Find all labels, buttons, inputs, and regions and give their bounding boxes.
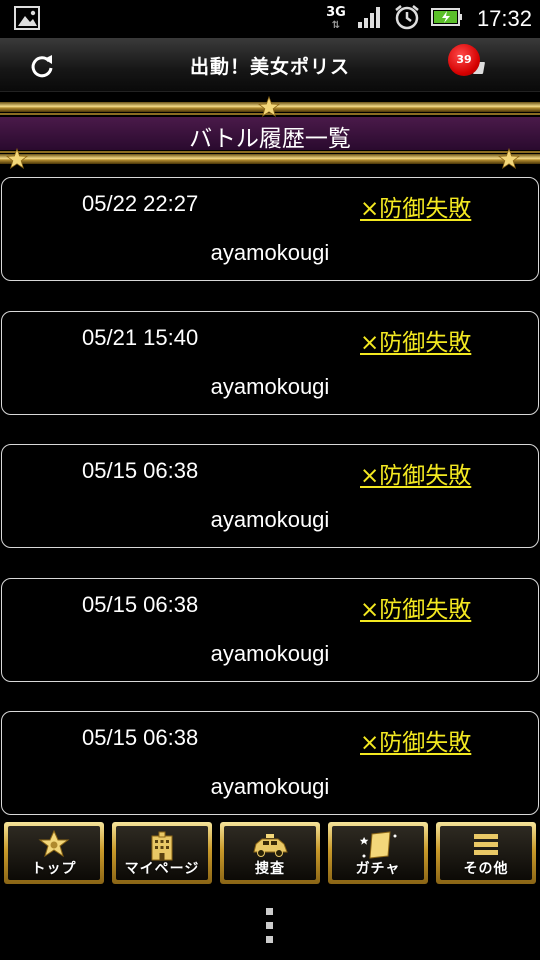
star-icon	[258, 96, 280, 118]
alarm-icon	[393, 3, 421, 35]
nav-gacha-button[interactable]: ガチャ	[328, 822, 428, 884]
battle-entry: 05/15 06:38 ×防御失敗 ayamokougi	[1, 444, 539, 548]
battle-opponent: ayamokougi	[210, 240, 330, 265]
battle-result-link[interactable]: ×防御失敗	[360, 723, 471, 757]
nav-top-button[interactable]: トップ	[4, 822, 104, 884]
battle-entry: 05/22 22:27 ×防御失敗 ayamokougi	[1, 177, 539, 281]
battle-opponent: ayamokougi	[210, 641, 330, 666]
gold-rail-bottom	[0, 154, 540, 164]
nav-other-button[interactable]: その他	[436, 822, 536, 884]
network-type: 3G ⇅	[326, 5, 346, 31]
battle-datetime: 05/21 15:40	[82, 325, 199, 350]
star-icon	[6, 148, 28, 170]
notification-badge: 39	[448, 44, 480, 76]
battle-entry: 05/21 15:40 ×防御失敗 ayamokougi	[1, 311, 539, 415]
battle-datetime: 05/15 06:38	[82, 725, 199, 750]
battle-result-link[interactable]: ×防御失敗	[360, 590, 471, 624]
signal-icon	[357, 5, 383, 33]
overflow-menu-icon[interactable]	[265, 908, 275, 944]
battle-datetime: 05/22 22:27	[82, 191, 199, 216]
star-icon	[498, 148, 520, 170]
divider	[0, 151, 540, 153]
bottom-nav: トップ マイページ 捜査 ガチャ その他	[0, 822, 540, 886]
battery-icon	[430, 7, 463, 31]
nav-label: トップ	[31, 861, 77, 877]
battle-result-link[interactable]: ×防御失敗	[360, 189, 471, 223]
status-bar: 3G ⇅ 17:32	[0, 0, 540, 38]
battle-opponent: ayamokougi	[210, 374, 330, 399]
status-time: 17:32	[476, 6, 532, 31]
notification-button[interactable]: 39	[448, 44, 488, 84]
battle-result-link[interactable]: ×防御失敗	[360, 323, 471, 357]
battle-entry: 05/15 06:38 ×防御失敗 ayamokougi	[1, 711, 539, 815]
battle-datetime: 05/15 06:38	[82, 458, 199, 483]
battle-datetime: 05/15 06:38	[82, 592, 199, 617]
battle-opponent: ayamokougi	[210, 507, 330, 532]
battle-opponent: ayamokougi	[210, 774, 330, 799]
app-header: 出動！美女ポリス 39	[0, 38, 540, 92]
nav-label: ガチャ	[355, 861, 401, 877]
nav-label: 捜査	[255, 861, 285, 877]
nav-label: マイページ	[124, 861, 200, 877]
battle-result-link[interactable]: ×防御失敗	[360, 456, 471, 490]
nav-label: その他	[463, 861, 509, 877]
page-title-banner: バトル履歴一覧	[0, 117, 540, 152]
nav-mypage-button[interactable]: マイページ	[112, 822, 212, 884]
nav-investigate-button[interactable]: 捜査	[220, 822, 320, 884]
gallery-icon	[14, 6, 40, 30]
page-title: バトル履歴一覧	[189, 126, 351, 152]
battle-entry: 05/15 06:38 ×防御失敗 ayamokougi	[1, 578, 539, 682]
